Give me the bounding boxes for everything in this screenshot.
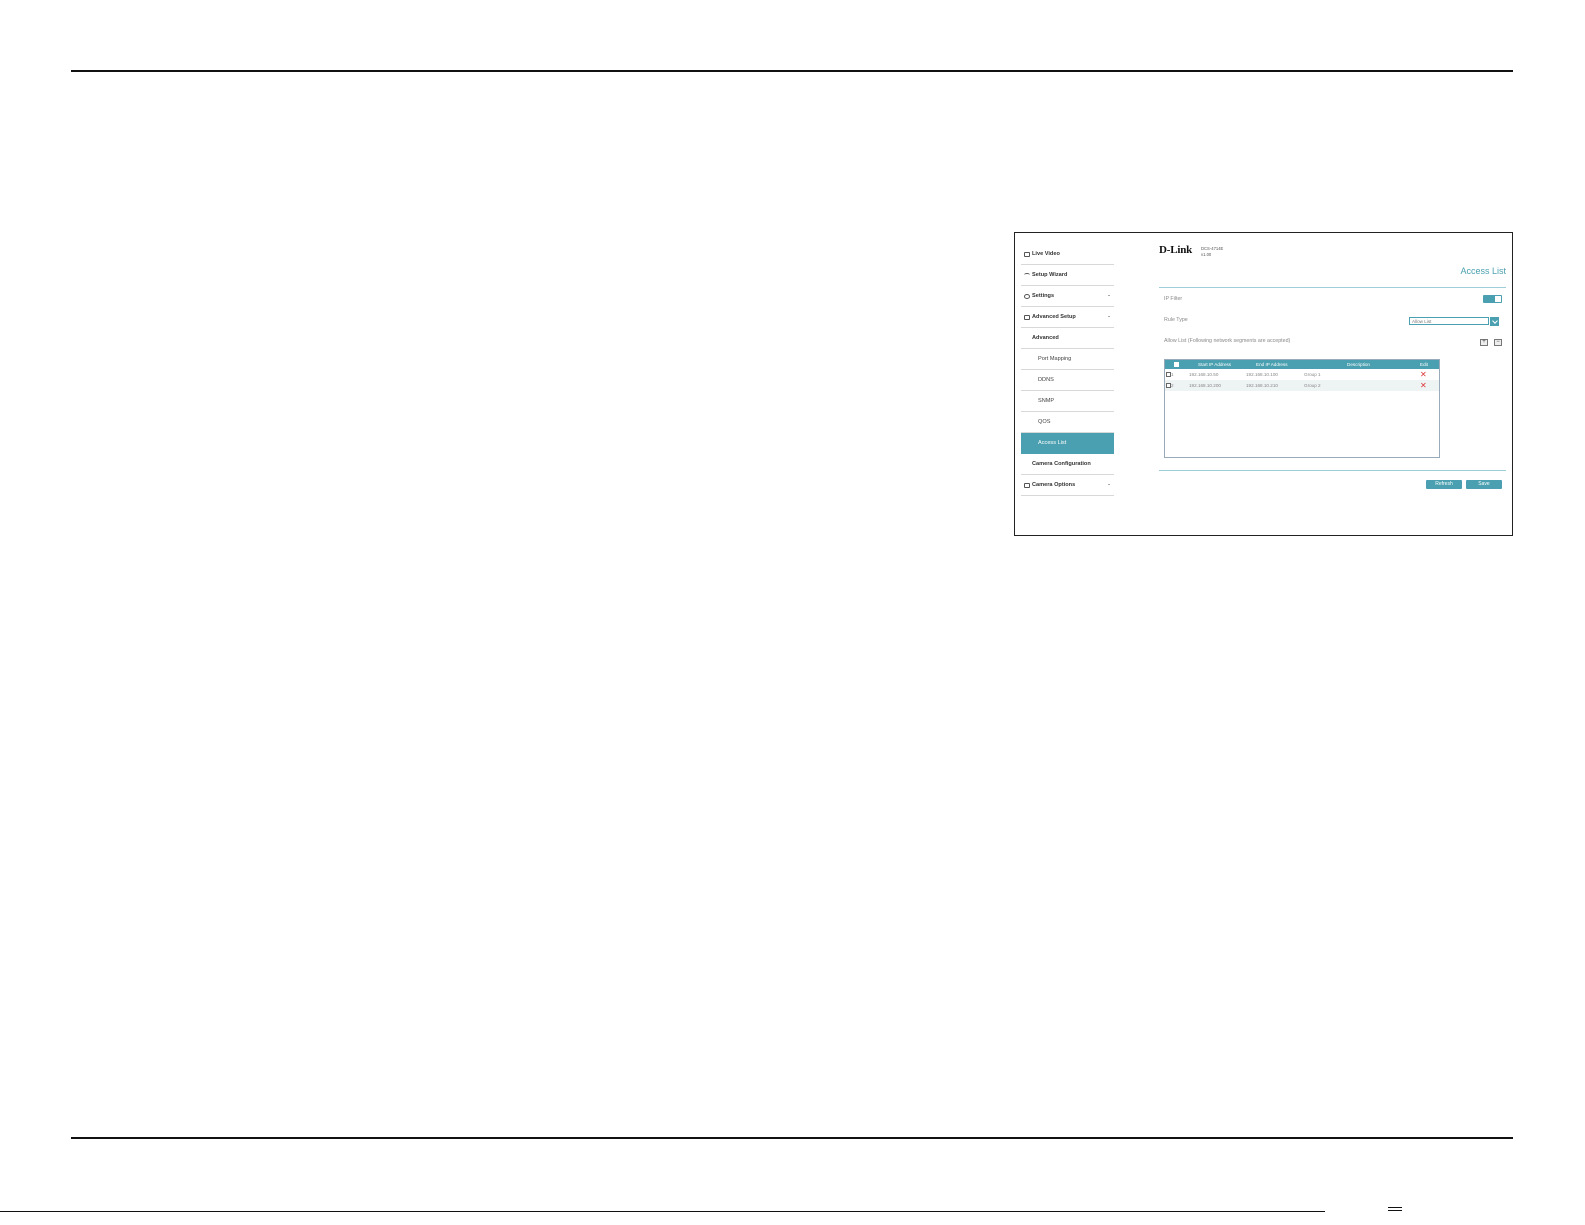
chevron-down-icon: [1108, 295, 1110, 296]
sidebar-item-port-mapping[interactable]: Port Mapping: [1021, 349, 1114, 370]
rule-type-select[interactable]: Allow List: [1409, 317, 1489, 325]
divider: [1159, 470, 1506, 471]
allow-list-label: Allow List (Following network segments a…: [1164, 338, 1291, 344]
top-rule: [71, 70, 1513, 72]
sidebar-item-label: Port Mapping: [1038, 356, 1072, 362]
sidebar-item-label: SNMP: [1038, 398, 1055, 404]
sidebar-item-qos[interactable]: QOS: [1021, 412, 1114, 433]
sidebar-item-label: DDNS: [1038, 377, 1054, 383]
add-rule-button[interactable]: +: [1480, 339, 1488, 346]
brand-logo: D-Link: [1159, 244, 1193, 256]
sidebar: Live Video Setup Wizard Settings Advance…: [1021, 244, 1114, 496]
toggle-knob: [1495, 296, 1501, 302]
chevron-down-icon[interactable]: [1490, 317, 1499, 326]
delete-icon[interactable]: ✕: [1420, 370, 1427, 379]
remove-rule-button[interactable]: −: [1494, 339, 1502, 346]
sidebar-item-camera-configuration[interactable]: Camera Configuration: [1021, 454, 1114, 475]
divider: [1159, 287, 1506, 288]
delete-icon[interactable]: ✕: [1420, 381, 1427, 390]
table-row: 2 192.168.10.200 192.168.10.210 Group 2 …: [1165, 380, 1439, 391]
end-ip-cell: 192.168.10.210: [1246, 383, 1278, 388]
access-list-table: Start IP Address End IP Address Descript…: [1164, 359, 1440, 458]
description-cell: Group 2: [1304, 383, 1321, 388]
advanced-icon: [1024, 314, 1030, 320]
description-cell: Group 1: [1304, 372, 1321, 377]
firmware-version: v1.00: [1201, 252, 1212, 257]
start-ip-cell: 192.168.10.200: [1189, 383, 1221, 388]
video-icon: [1024, 251, 1030, 257]
table-row: 1 192.168.10.50 192.168.10.100 Group 1 ✕: [1165, 369, 1439, 380]
column-header: Description: [1347, 361, 1370, 367]
sidebar-item-label: Setup Wizard: [1032, 272, 1068, 278]
camera-options-icon: [1024, 482, 1030, 488]
select-all-checkbox[interactable]: [1174, 362, 1179, 367]
sidebar-item-label: Settings: [1032, 293, 1055, 299]
save-button[interactable]: Save: [1466, 480, 1502, 489]
column-header: End IP Address: [1256, 361, 1288, 367]
start-ip-cell: 192.168.10.50: [1189, 372, 1219, 377]
bottom-rule: [71, 1137, 1513, 1139]
sidebar-item-ddns[interactable]: DDNS: [1021, 370, 1114, 391]
ip-filter-label: IP Filter: [1164, 296, 1183, 302]
end-ip-cell: 192.168.10.100: [1246, 372, 1278, 377]
footer-mark: [1388, 1207, 1402, 1211]
sidebar-item-label: Camera Configuration: [1032, 461, 1091, 467]
gear-icon: [1024, 293, 1030, 299]
refresh-button[interactable]: Refresh: [1426, 480, 1462, 489]
wizard-icon: [1024, 273, 1030, 277]
footer-rule: [0, 1211, 1325, 1212]
sidebar-item-label: Advanced Setup: [1032, 314, 1076, 320]
chevron-down-icon: [1108, 316, 1110, 317]
sidebar-item-snmp[interactable]: SNMP: [1021, 391, 1114, 412]
ip-filter-toggle[interactable]: [1483, 295, 1502, 303]
column-header: Start IP Address: [1198, 361, 1232, 367]
sidebar-item-label: Access List: [1038, 440, 1067, 446]
screenshot-frame: Live Video Setup Wizard Settings Advance…: [1014, 232, 1513, 536]
rule-type-label: Rule Type: [1164, 317, 1188, 323]
sidebar-item-label: Advanced: [1032, 335, 1059, 341]
sidebar-item-advanced[interactable]: Advanced: [1021, 328, 1114, 349]
chevron-down-icon: [1108, 484, 1110, 485]
sidebar-item-settings[interactable]: Settings: [1021, 286, 1114, 307]
sidebar-item-camera-options[interactable]: Camera Options: [1021, 475, 1114, 496]
page-title: Access List: [1460, 266, 1506, 276]
column-header: Edit: [1420, 361, 1428, 367]
sidebar-item-live-video[interactable]: Live Video: [1021, 244, 1114, 265]
row-number: 1: [1171, 372, 1174, 377]
sidebar-item-label: Live Video: [1032, 251, 1060, 257]
sidebar-item-label: QOS: [1038, 419, 1051, 425]
sidebar-item-setup-wizard[interactable]: Setup Wizard: [1021, 265, 1114, 286]
sidebar-item-access-list[interactable]: Access List: [1021, 433, 1114, 454]
model-info: DCS-4714E v1.00: [1201, 246, 1223, 258]
row-number: 2: [1171, 383, 1174, 388]
sidebar-item-advanced-setup[interactable]: Advanced Setup: [1021, 307, 1114, 328]
sidebar-item-label: Camera Options: [1032, 482, 1076, 488]
table-header: Start IP Address End IP Address Descript…: [1165, 360, 1439, 369]
